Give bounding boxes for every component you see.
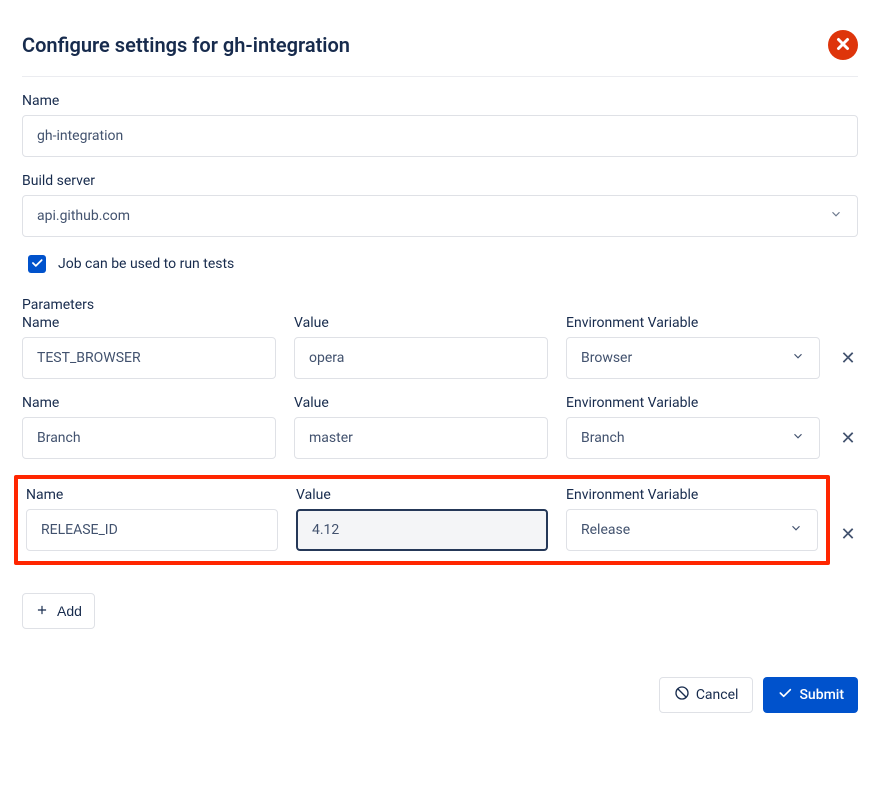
- param-value-input[interactable]: [296, 509, 548, 551]
- param-env-label: Environment Variable: [566, 487, 818, 503]
- plus-icon: [35, 603, 49, 620]
- param-value-input[interactable]: [294, 417, 548, 459]
- name-label: Name: [22, 93, 858, 109]
- param-env-value: Branch: [581, 430, 625, 446]
- param-env-select[interactable]: Branch: [566, 417, 820, 459]
- add-parameter-button[interactable]: Add: [22, 593, 95, 629]
- chevron-down-icon: [829, 207, 843, 225]
- chevron-down-icon: [789, 521, 803, 539]
- submit-button[interactable]: Submit: [763, 677, 858, 713]
- submit-label: Submit: [799, 687, 844, 703]
- param-env-col: Environment Variable Browser: [566, 315, 820, 379]
- param-value-label: Value: [296, 487, 548, 503]
- modal-title: Configure settings for gh-integration: [22, 33, 350, 57]
- x-icon: ✕: [840, 348, 855, 368]
- chevron-down-icon: [791, 349, 805, 367]
- cancel-label: Cancel: [696, 687, 739, 703]
- build-server-select[interactable]: api.github.com: [22, 195, 858, 237]
- build-server-field-group: Build server api.github.com: [22, 173, 858, 237]
- modal-footer: Cancel Submit: [22, 677, 858, 713]
- param-remove-col: ✕: [838, 417, 858, 459]
- parameter-row: Name Value Environment Variable Branch ✕: [22, 395, 858, 465]
- param-name-label: Name: [22, 395, 276, 411]
- run-tests-checkbox[interactable]: [28, 255, 46, 273]
- param-name-input[interactable]: [22, 337, 276, 379]
- param-env-label: Environment Variable: [566, 395, 820, 411]
- modal-header: Configure settings for gh-integration: [22, 30, 858, 77]
- name-field-group: Name: [22, 93, 858, 157]
- param-name-input[interactable]: [22, 417, 276, 459]
- param-name-label: Name: [26, 487, 278, 503]
- name-input[interactable]: [22, 115, 858, 157]
- build-server-label: Build server: [22, 173, 858, 189]
- run-tests-checkbox-row: Job can be used to run tests: [28, 255, 858, 273]
- check-icon: [30, 256, 44, 273]
- param-name-col: Name: [22, 395, 276, 459]
- param-env-value: Browser: [581, 350, 632, 366]
- param-name-col: Name: [26, 487, 278, 551]
- param-name-col: Name: [22, 315, 276, 379]
- param-value-col: Value: [296, 487, 548, 551]
- param-remove-col: ✕: [838, 337, 858, 379]
- param-value-label: Value: [294, 315, 548, 331]
- remove-parameter-button[interactable]: ✕: [840, 525, 855, 543]
- param-remove-col: ✕: [838, 513, 858, 555]
- param-name-input[interactable]: [26, 509, 278, 551]
- remove-parameter-button[interactable]: ✕: [840, 429, 855, 447]
- parameter-row: Name Value Environment Variable Browser …: [22, 315, 858, 385]
- x-icon: ✕: [840, 524, 855, 544]
- build-server-value: api.github.com: [37, 208, 130, 224]
- x-icon: ✕: [840, 428, 855, 448]
- remove-parameter-button[interactable]: ✕: [840, 349, 855, 367]
- cancel-button[interactable]: Cancel: [659, 677, 754, 713]
- param-env-col: Environment Variable Release: [566, 487, 818, 551]
- close-button[interactable]: [828, 30, 858, 60]
- close-icon: [834, 35, 852, 56]
- run-tests-label: Job can be used to run tests: [58, 256, 234, 272]
- cancel-icon: [674, 685, 690, 705]
- param-env-select[interactable]: Release: [566, 509, 818, 551]
- param-env-col: Environment Variable Branch: [566, 395, 820, 459]
- highlighted-parameter-row-wrap: Name Value Environment Variable Release …: [22, 475, 858, 565]
- param-env-select[interactable]: Browser: [566, 337, 820, 379]
- param-env-value: Release: [581, 522, 630, 538]
- param-value-label: Value: [294, 395, 548, 411]
- param-value-col: Value: [294, 395, 548, 459]
- highlighted-parameter-row: Name Value Environment Variable Release: [14, 475, 830, 565]
- param-value-col: Value: [294, 315, 548, 379]
- param-name-label: Name: [22, 315, 276, 331]
- param-value-input[interactable]: [294, 337, 548, 379]
- check-icon: [777, 685, 793, 705]
- parameters-heading: Parameters: [22, 297, 858, 313]
- chevron-down-icon: [791, 429, 805, 447]
- add-label: Add: [57, 603, 82, 619]
- param-env-label: Environment Variable: [566, 315, 820, 331]
